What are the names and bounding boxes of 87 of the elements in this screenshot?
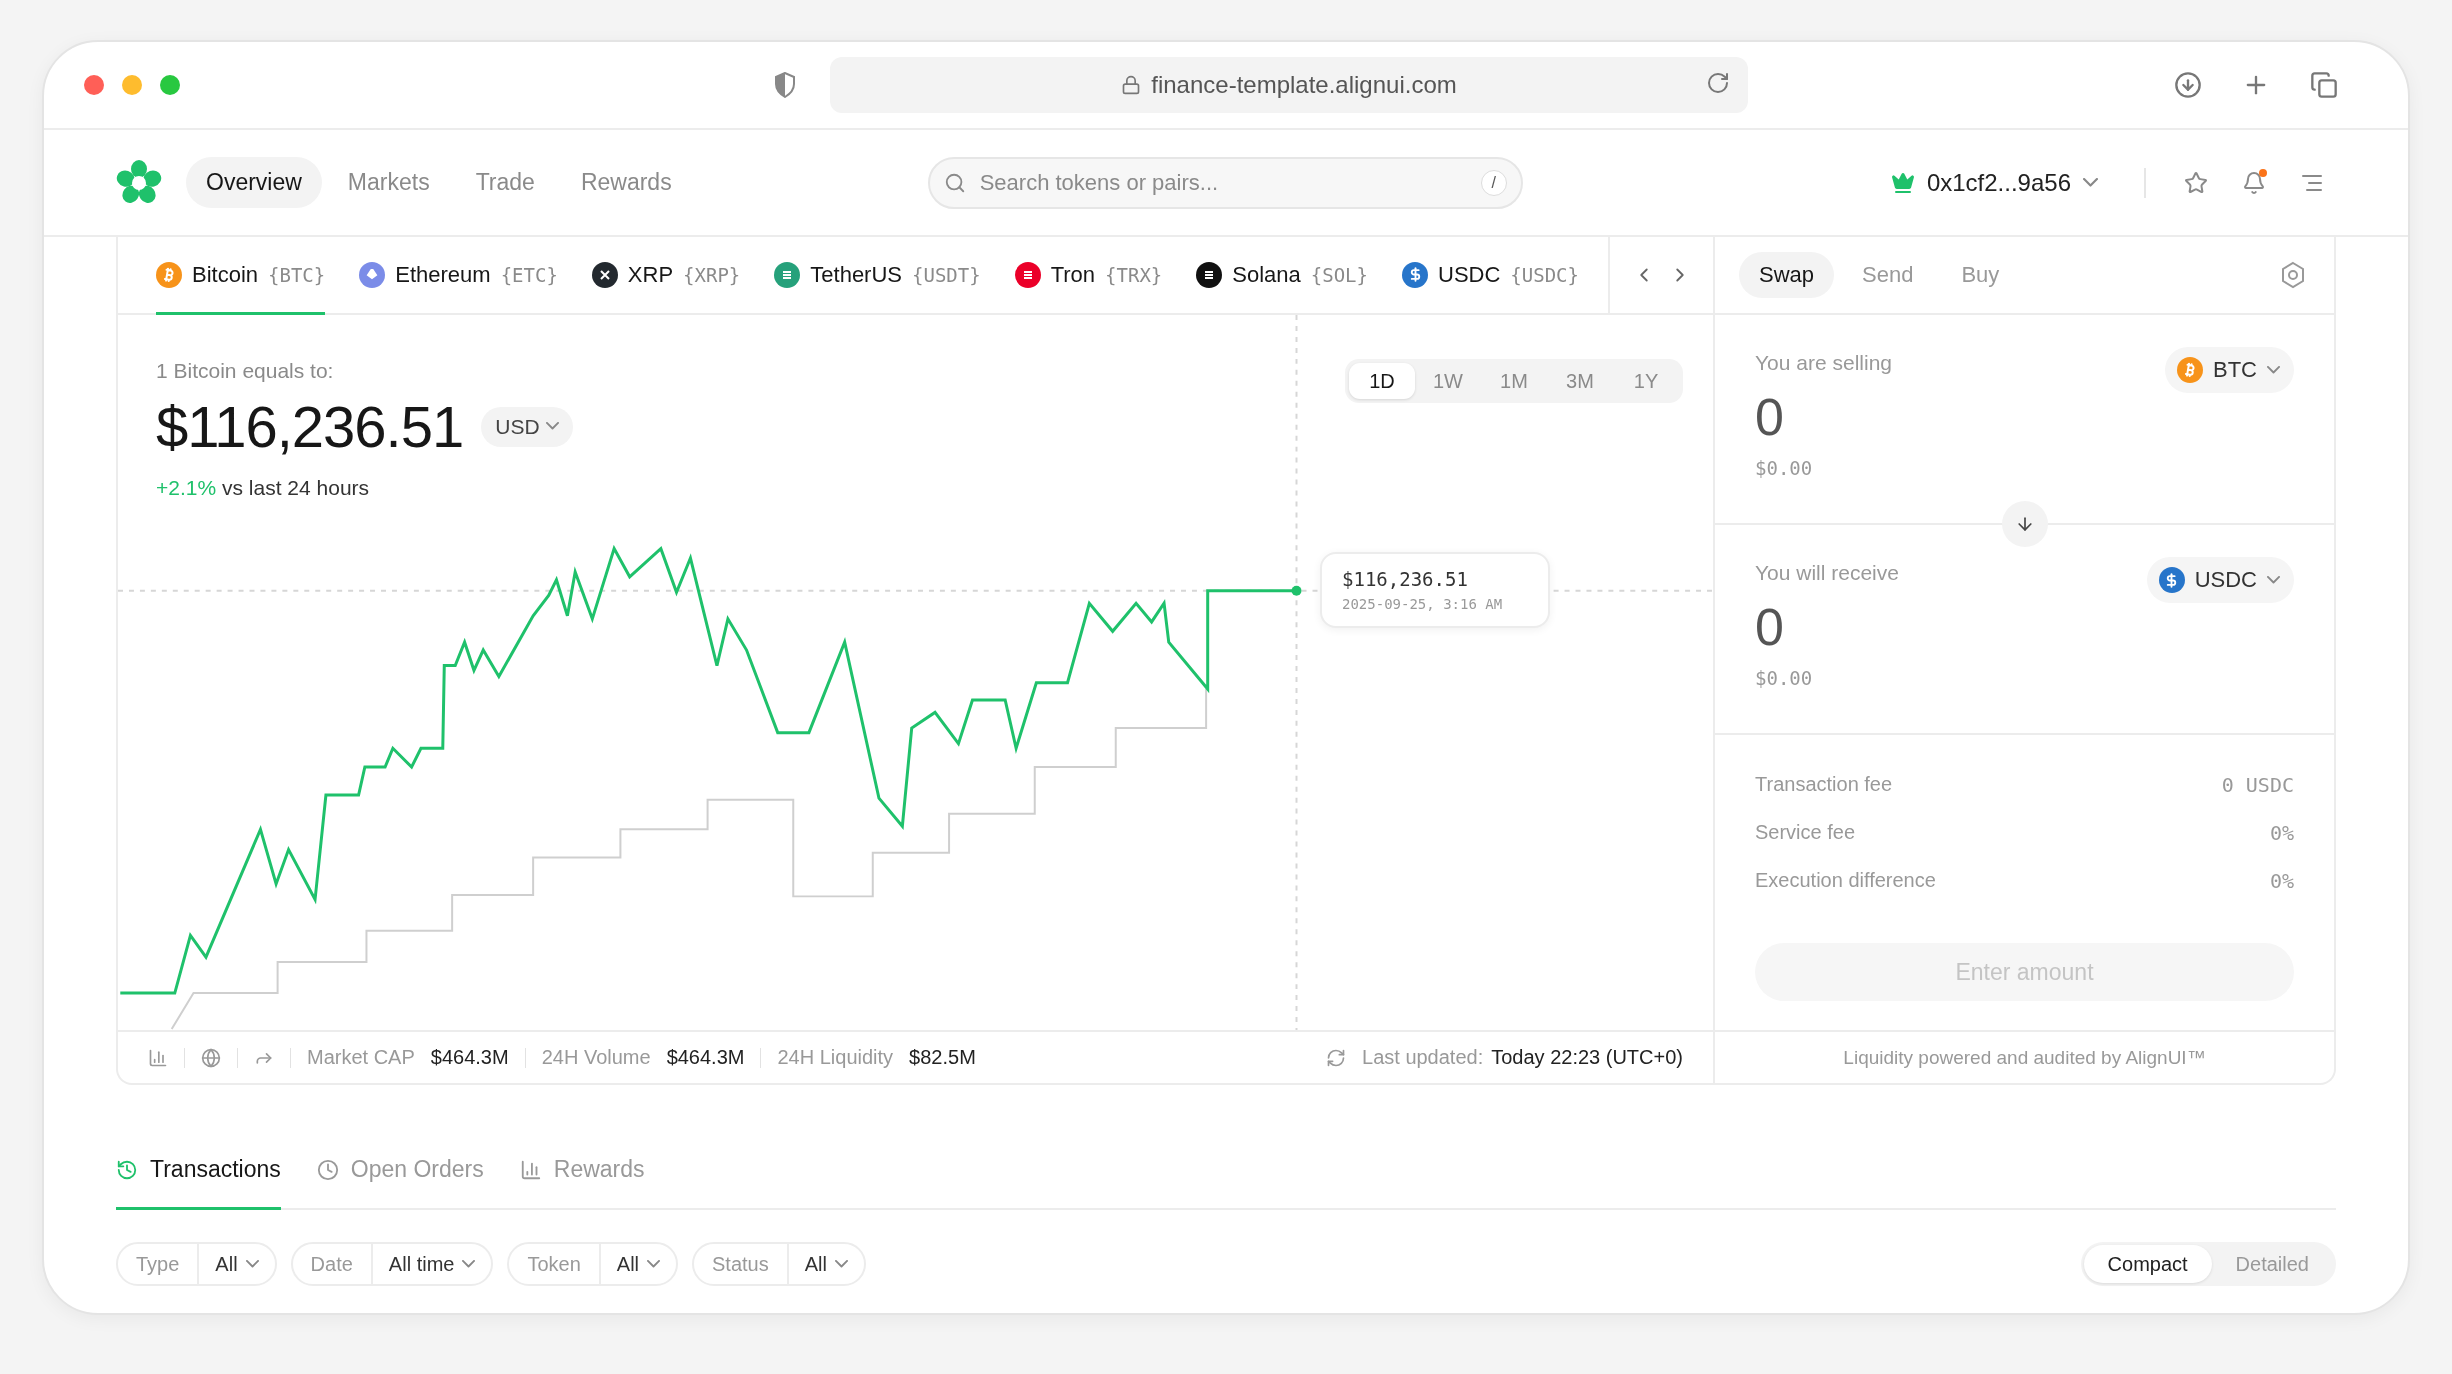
close-window-button[interactable] bbox=[84, 75, 104, 95]
tooltip-price: $116,236.51 bbox=[1342, 568, 1469, 590]
chart-icon[interactable] bbox=[148, 1047, 168, 1068]
stat-value: $464.3M bbox=[666, 1046, 745, 1069]
fee-label: Service fee bbox=[1755, 821, 1856, 845]
stat-label: 24H Liquidity bbox=[777, 1046, 894, 1069]
token-tab[interactable]: XRP {XRP} bbox=[591, 237, 741, 315]
stat-value: $82.5M bbox=[909, 1046, 976, 1069]
token-symbol: {ETC} bbox=[500, 263, 558, 286]
download-icon[interactable] bbox=[2174, 71, 2202, 99]
maximize-window-button[interactable] bbox=[160, 75, 180, 95]
globe-icon[interactable] bbox=[201, 1047, 221, 1068]
token-symbol: {BTC} bbox=[268, 263, 326, 286]
star-icon[interactable] bbox=[2184, 170, 2208, 195]
shield-icon[interactable] bbox=[774, 72, 796, 98]
fiat-value: $0.00 bbox=[1755, 667, 1814, 689]
token-symbol: {USDT} bbox=[912, 263, 981, 286]
address-bar[interactable]: finance-template.alignui.com bbox=[830, 57, 1748, 113]
wallet-button[interactable]: 0x1cf2...9a56 bbox=[1884, 167, 2104, 198]
token-name: USDC bbox=[1438, 261, 1501, 288]
history-icon bbox=[116, 1158, 138, 1181]
shortcut-key: / bbox=[1480, 169, 1507, 196]
stat-label: Market CAP bbox=[307, 1046, 415, 1069]
fee-value: 0% bbox=[2269, 869, 2294, 893]
clock-icon bbox=[316, 1158, 339, 1181]
token-symbol: {SOL} bbox=[1310, 263, 1368, 286]
token-symbol: {TRX} bbox=[1105, 263, 1163, 286]
chevron-down-icon bbox=[2083, 177, 2098, 188]
settings-icon[interactable] bbox=[2280, 261, 2306, 289]
search-icon bbox=[943, 171, 966, 194]
stat-label: 24H Volume bbox=[541, 1046, 651, 1069]
token-name: Tron bbox=[1050, 261, 1096, 288]
reload-icon[interactable] bbox=[1706, 71, 1730, 95]
token-symbol: {USDC} bbox=[1510, 263, 1579, 286]
footer-note: Liquidity powered and audited by AlignUI™ bbox=[1715, 1030, 2334, 1083]
price-caption: 1 Bitcoin equals to: bbox=[156, 359, 335, 383]
lock-icon bbox=[1121, 75, 1142, 95]
token-tab[interactable]: TetherUS {USDT} bbox=[774, 237, 981, 315]
token-tab[interactable]: Bitcoin {BTC} bbox=[156, 237, 326, 315]
fee-value: 0 USDC bbox=[2221, 773, 2294, 797]
fiat-value: $0.00 bbox=[1755, 457, 1814, 479]
range-tab[interactable]: 1D bbox=[1349, 363, 1415, 399]
token-name: Bitcoin bbox=[192, 261, 259, 288]
chevron-down-icon bbox=[2267, 575, 2280, 585]
view-toggle[interactable]: Compact bbox=[2083, 1245, 2212, 1283]
fee-label: Transaction fee bbox=[1755, 773, 1893, 797]
token-tab[interactable]: Ethereum {ETC} bbox=[359, 237, 558, 315]
amount-value: 0 bbox=[1755, 597, 1785, 657]
refresh-icon[interactable] bbox=[1326, 1047, 1346, 1068]
token-name: XRP bbox=[627, 261, 674, 288]
currency-select[interactable]: USD bbox=[481, 406, 573, 447]
token-tab[interactable]: Tron {TRX} bbox=[1014, 237, 1163, 315]
chevron-down-icon bbox=[545, 422, 559, 431]
nav-tab[interactable]: Overview bbox=[186, 157, 322, 208]
search-input[interactable]: Search tokens or pairs... bbox=[977, 168, 1469, 197]
price-value: $116,236.51 bbox=[156, 393, 464, 460]
token-name: TetherUS bbox=[810, 261, 902, 288]
updated-value: Today 22:23 (UTC+0) bbox=[1491, 1046, 1683, 1069]
chart-point bbox=[1291, 585, 1302, 596]
stat-value: $464.3M bbox=[430, 1046, 509, 1069]
tabs-icon[interactable] bbox=[2310, 71, 2338, 99]
leg-label: You are selling bbox=[1755, 351, 1892, 375]
token-tab[interactable]: Solana {SOL} bbox=[1196, 237, 1368, 315]
token-symbol: {XRP} bbox=[683, 263, 741, 286]
bar-chart-icon bbox=[519, 1158, 542, 1181]
updated-label: Last updated: bbox=[1362, 1046, 1484, 1069]
price-change: +2.1% vs last 24 hours bbox=[156, 476, 371, 500]
token-select[interactable]: BTC bbox=[2165, 347, 2294, 393]
swap-direction-button[interactable] bbox=[2001, 501, 2048, 547]
search-field[interactable]: Search tokens or pairs... / bbox=[927, 156, 1523, 209]
token-select[interactable]: USDC bbox=[2146, 557, 2294, 603]
chevron-down-icon bbox=[2267, 365, 2280, 375]
logo-icon bbox=[116, 159, 162, 206]
swap-tab[interactable]: Swap bbox=[1739, 252, 1835, 298]
section-tab[interactable]: Transactions bbox=[116, 1132, 281, 1210]
token-tab[interactable]: USDC {USDC} bbox=[1402, 237, 1579, 315]
token-name: Ethereum bbox=[395, 261, 491, 288]
amount-value: 0 bbox=[1755, 387, 1785, 447]
url-text: finance-template.alignui.com bbox=[1151, 71, 1457, 99]
tooltip-time: 2025-09-25, 3:16 AM bbox=[1342, 596, 1504, 612]
notification-dot bbox=[2259, 168, 2267, 177]
crown-icon bbox=[1890, 170, 1915, 195]
leg-label: You will receive bbox=[1755, 561, 1899, 585]
fee-value: 0% bbox=[2269, 821, 2294, 845]
notification-icon[interactable] bbox=[2242, 170, 2266, 195]
token-name: Solana bbox=[1232, 261, 1301, 288]
fee-label: Execution difference bbox=[1755, 869, 1936, 893]
